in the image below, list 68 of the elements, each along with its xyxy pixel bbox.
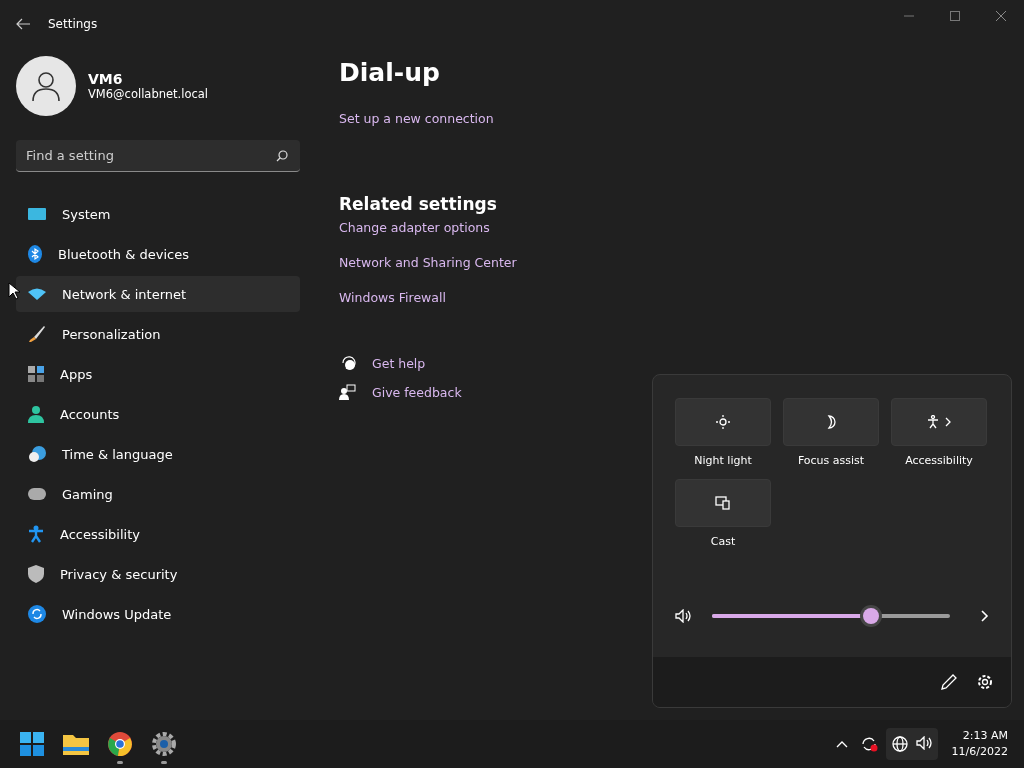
moon-icon <box>825 415 837 429</box>
running-indicator <box>117 761 123 764</box>
tile-label: Night light <box>694 454 752 467</box>
avatar <box>16 56 76 116</box>
chevron-right-icon[interactable] <box>981 610 989 622</box>
chevron-right-icon <box>945 417 951 427</box>
apps-icon <box>28 366 44 382</box>
cursor-icon <box>8 282 20 300</box>
nav-item[interactable]: Apps <box>16 356 300 392</box>
nav-item[interactable]: Personalization <box>16 316 300 352</box>
sun-icon <box>716 415 730 429</box>
nav-item[interactable]: Bluetooth & devices <box>16 236 300 272</box>
speaker-icon <box>915 736 932 750</box>
running-indicator <box>161 761 167 764</box>
bluetooth-icon <box>28 245 42 263</box>
maximize-icon[interactable] <box>950 11 960 21</box>
network-volume-button[interactable] <box>885 728 938 760</box>
monitor-icon <box>28 207 46 221</box>
search-field[interactable]: Find a setting <box>16 140 300 172</box>
nav-item[interactable]: Gaming <box>16 476 300 512</box>
quick-setting-tile[interactable] <box>783 398 879 446</box>
tile-label: Focus assist <box>797 454 865 467</box>
brush-icon <box>28 325 46 343</box>
browser-icon <box>108 732 132 756</box>
person-icon <box>28 405 44 423</box>
quick-setting-tile[interactable] <box>891 398 987 446</box>
nav-item[interactable]: Windows Update <box>16 596 300 632</box>
windows-logo-icon <box>20 732 44 756</box>
cast-icon <box>715 496 731 510</box>
nav-item[interactable]: Accessibility <box>16 516 300 552</box>
quick-setting-tile[interactable] <box>675 479 771 527</box>
folder-icon <box>63 733 89 755</box>
search-icon <box>276 150 288 162</box>
link[interactable]: Change adapter options <box>339 220 490 235</box>
link[interactable]: Windows Firewall <box>339 290 446 305</box>
help-link[interactable]: Get help <box>339 355 426 371</box>
accessibility-icon <box>927 415 939 429</box>
back-arrow-icon[interactable] <box>16 18 30 30</box>
slider-thumb[interactable] <box>863 608 880 624</box>
gear-icon <box>152 732 176 756</box>
sync-icon <box>28 605 46 623</box>
user-email: VM6@collabnet.local <box>88 87 209 101</box>
tile-label: Cast <box>710 535 736 548</box>
nav-item[interactable]: Time & language <box>16 436 300 472</box>
user-name: VM6 <box>88 71 124 87</box>
globe-icon <box>891 736 908 752</box>
close-icon[interactable] <box>996 11 1006 21</box>
nav-item[interactable]: Accounts <box>16 396 300 432</box>
page-title: Dial-up <box>339 58 440 87</box>
help-bubble-icon <box>339 355 356 371</box>
settings-icon[interactable] <box>977 674 993 690</box>
accessibility-icon <box>28 525 44 543</box>
quick-setting-tile[interactable] <box>675 398 771 446</box>
pencil-icon[interactable] <box>941 674 957 690</box>
link[interactable]: Set up a new connection <box>339 111 494 126</box>
wifi-icon <box>28 288 46 300</box>
speaker-icon[interactable] <box>675 609 691 623</box>
nav-item[interactable]: Network & internet <box>16 276 300 312</box>
link[interactable]: Network and Sharing Center <box>339 255 517 270</box>
nav-item[interactable]: Privacy & security <box>16 556 300 592</box>
clock[interactable]: 2:13 AM 11/6/2022 <box>941 728 1012 760</box>
nav-item[interactable]: System <box>16 196 300 232</box>
help-link[interactable]: Give feedback <box>339 384 462 400</box>
feedback-icon <box>339 384 356 400</box>
shield-icon <box>28 565 44 583</box>
window-title: Settings <box>48 17 98 31</box>
tile-label: Accessibility <box>905 454 973 467</box>
section-title: Related settings <box>339 194 497 214</box>
